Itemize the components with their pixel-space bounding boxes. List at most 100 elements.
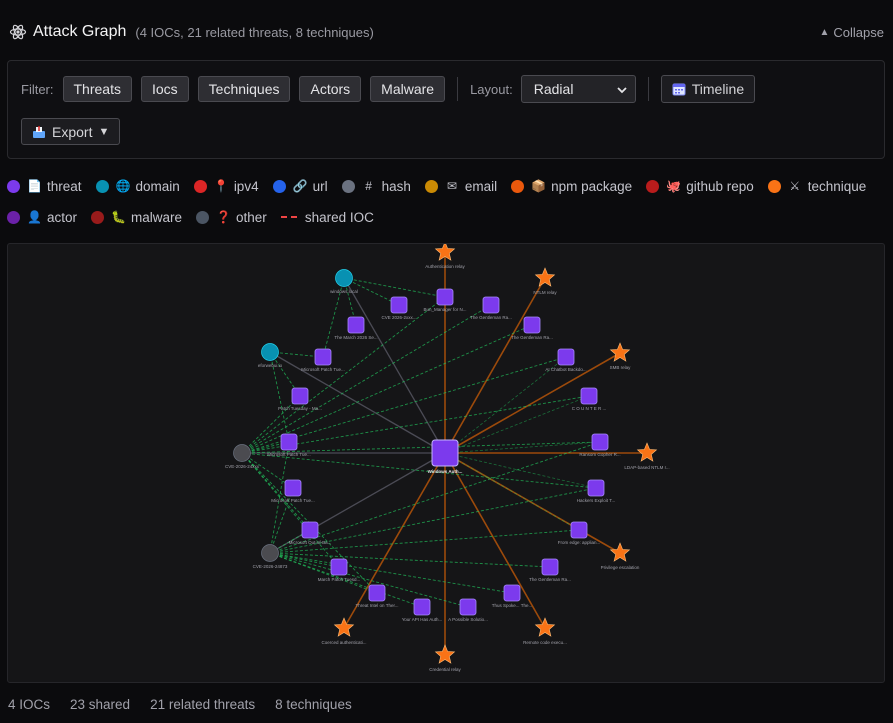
legend-item-other[interactable]: ❓ other [196,210,267,225]
legend-label: threat [47,178,82,194]
threat-node [523,316,541,334]
threat-node [330,558,348,576]
node-label: Windows Auth... [428,469,463,474]
legend-item-ipv4[interactable]: 📍 ipv4 [193,179,259,194]
question-icon: ❓ [216,210,231,224]
node-label: LDAP-based NTLM r... [624,465,669,470]
legend-dot [196,210,210,224]
graph-nodes: Bun_Manager for N... The Gentleman Ra... T… [225,244,670,672]
legend-item-email[interactable]: ✉ email [424,178,498,194]
shared-count: 23 shared [70,696,131,712]
legend-item-npm-package[interactable]: 📦 npm package [511,179,632,194]
person-icon: 👤 [27,210,42,224]
node-label: C O U N T E R ... [572,406,607,411]
graph-canvas[interactable]: Bun_Manager for N... The Gentleman Ra... T… [7,243,885,683]
node-label: Coerced authenticati... [321,640,366,645]
node-label: Microsoft Patch Tue... [301,367,345,372]
node-label: Your API Has Auth... [402,617,443,622]
threat-node [482,296,500,314]
legend-dot [341,179,355,193]
node-label: Hackers Exploit T... [577,498,615,503]
node-label: Bun_Manager for N... [423,307,466,312]
collapse-button[interactable]: ▲ Collapse [820,16,885,48]
filter-techniques-button[interactable]: Techniques [197,76,291,102]
caret-down-icon: ▼ [98,125,110,138]
legend-label: other [236,209,267,225]
legend-item-github-repo[interactable]: 🐙 github repo [646,179,754,194]
legend-dot [511,179,525,193]
filter-threats-button[interactable]: Threats [62,76,132,102]
legend-item-actor[interactable]: 👤 actor [7,210,77,225]
technique-node [434,644,456,664]
filter-malware-button[interactable]: Malware [370,76,446,102]
threat-node [284,479,302,497]
filter-iocs-button[interactable]: Iocs [140,76,189,102]
legend-dot [272,179,286,193]
bug-icon: 🐛 [111,210,126,224]
legend-dot [7,179,20,193]
filter-label: Filter: [21,81,54,97]
legend-label: url [312,178,328,194]
threat-node [413,598,431,616]
node-label: A Possible Solutio... [448,617,488,622]
technique-node [534,267,556,287]
legend-label: actor [47,209,78,225]
swords-icon: ⚔ [789,179,801,193]
legend-item-shared-ioc[interactable]: shared IOC [280,210,374,225]
filter-actors-button[interactable]: Actors [299,76,362,102]
legend-item-hash[interactable]: # hash [341,178,411,194]
node-label: From edge: applian... [558,540,601,545]
dashed-line-icon [280,216,297,218]
technique-node [333,617,355,637]
node-label: NTLM relay [533,290,557,295]
threat-node [301,521,319,539]
legend-item-threat[interactable]: 📄 threat [7,179,82,194]
timeline-button[interactable]: Timeline [660,75,756,103]
legend-row: 👤 actor 🐛 malware ❓ other shared IOC [7,207,885,227]
package-icon: 📦 [531,179,547,193]
shared-ioc-edge [343,277,446,298]
legend-dot [193,179,207,193]
threat-node [291,387,309,405]
technique-node [609,342,631,362]
filter-row: Filter: Threats Iocs Techniques Actors M… [21,75,756,103]
node-label: The Gentleman Ra... [529,577,571,582]
legend-label: hash [381,178,411,194]
shared-ioc-edge [241,452,340,568]
legend-item-malware[interactable]: 🐛 malware [91,210,182,225]
node-label: Authentication relay [425,264,465,269]
graph-svg[interactable]: Bun_Manager for N... The Gentleman Ra... T… [8,244,885,683]
threat-node [368,584,386,602]
threat-node [436,288,454,306]
legend-label: email [464,178,498,194]
legend-item-url[interactable]: 🔗 url [272,178,328,194]
node-label: SMB relay [610,365,632,370]
legend-label: domain [135,178,180,194]
hash-icon: # [365,179,372,193]
legend-item-domain[interactable]: 🌐 domain [95,178,180,194]
node-label: Remote code execu... [523,640,567,645]
center-threat-node [431,439,459,467]
legend-label: technique [807,178,867,194]
chevron-down-icon [617,81,627,97]
legend-dot [91,210,105,224]
shared-ioc-edge [241,296,446,454]
threat-node [390,296,408,314]
node-label: eforwebui.io [258,363,283,368]
node-label: March Patch Tuesd... [318,577,361,582]
legend-dot [646,179,660,193]
link-icon: 🔗 [292,179,308,193]
pin-icon: 📍 [213,179,229,193]
node-label: Microsoft Out-of-Ba... [289,540,332,545]
triangle-up-icon: ▲ [819,26,830,38]
node-label: CVE 2026-2xxx... [381,315,416,320]
threat-node [541,558,559,576]
legend-item-technique[interactable]: ⚔ technique [767,178,867,194]
ioc-node [335,269,353,287]
layout-select[interactable]: Radial [520,75,636,103]
atom-icon [9,23,27,41]
document-icon: 📄 [27,179,42,193]
node-label: CVE-2026-24873 [253,564,288,569]
export-button[interactable]: Export ▼ [21,118,121,145]
node-label: AI Chatbot Backdo... [545,367,586,372]
